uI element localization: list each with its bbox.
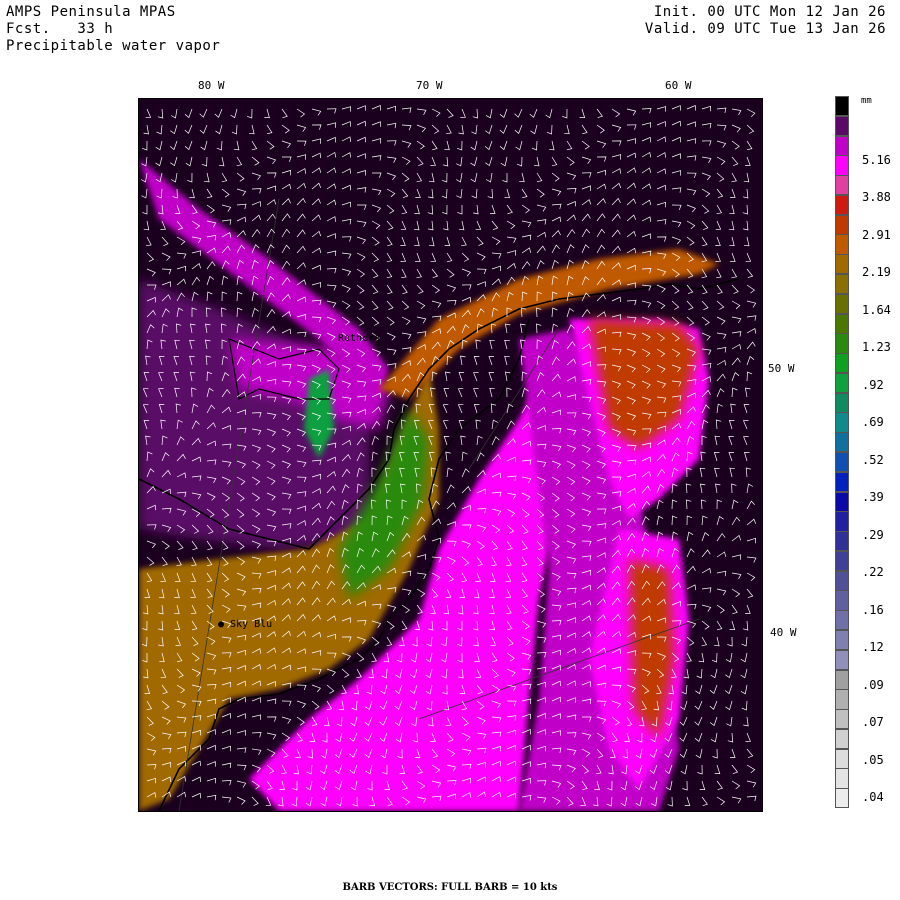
- legend-swatch: [835, 728, 849, 750]
- header-right: Init. 00 UTC Mon 12 Jan 26 Valid. 09 UTC …: [645, 4, 886, 38]
- legend-swatch: [835, 649, 849, 671]
- legend-swatch: [835, 155, 849, 176]
- legend-swatch: [835, 748, 849, 769]
- legend-tick-label: 1.64: [862, 302, 891, 317]
- legend-tick-label: .22: [862, 565, 884, 580]
- legend-swatch: [835, 194, 849, 216]
- legend-swatch: [835, 788, 849, 809]
- valid-time: Valid. 09 UTC Tue 13 Jan 26: [644, 21, 886, 37]
- legend-swatch: [835, 709, 849, 730]
- legend-tick-label: .05: [862, 752, 884, 767]
- lon-label-60w: 60 W: [665, 79, 692, 92]
- lat-label-50w: 50 W: [768, 362, 795, 375]
- legend-swatch: [835, 669, 849, 690]
- barb-footnote: BARB VECTORS: FULL BARB = 10 kts: [342, 882, 558, 893]
- legend-swatch: [835, 135, 849, 156]
- legend-swatch: [835, 392, 849, 413]
- legend-swatch: [835, 590, 849, 611]
- legend-tick-label: .16: [862, 602, 884, 617]
- station-sky-blu: ● Sky Blu: [218, 619, 273, 630]
- legend-swatch: [835, 570, 849, 591]
- legend-tick-label: .09: [862, 677, 884, 692]
- forecast-hour: Fcst. 33 h: [6, 21, 114, 37]
- legend-tick-label: 5.16: [862, 153, 891, 167]
- station-rothera-label: Rothera: [338, 333, 381, 344]
- legend-swatch: [835, 254, 849, 275]
- legend-swatch: [835, 412, 849, 433]
- legend-tick-label: .07: [862, 715, 884, 730]
- legend-swatch: [835, 610, 849, 631]
- legend-tick-label: .69: [862, 415, 884, 430]
- init-time: Init. 00 UTC Mon 12 Jan 26: [653, 4, 886, 20]
- legend-swatch: [835, 768, 849, 789]
- legend-swatch: [835, 630, 849, 651]
- legend-tick-label: 3.88: [862, 190, 891, 205]
- legend-swatch: [835, 96, 849, 117]
- legend-swatch: [835, 293, 849, 315]
- legend-unit: mm: [861, 96, 872, 106]
- legend-swatch: [835, 274, 849, 295]
- legend-swatch: [835, 531, 849, 552]
- legend-tick-label: .29: [862, 527, 884, 542]
- lon-label-70w: 70 W: [416, 79, 443, 92]
- legend-swatch: [835, 313, 849, 334]
- legend-tick-label: 1.23: [862, 340, 891, 355]
- station-sky-blu-label: Sky Blu: [230, 619, 273, 630]
- lon-label-80w: 80 W: [198, 79, 225, 92]
- header-left: AMPS Peninsula MPAS Fcst. 33 h Precipitabl…: [6, 4, 220, 55]
- legend-swatch: [835, 333, 849, 354]
- legend-swatch: [835, 471, 849, 493]
- map-panel: [138, 98, 763, 812]
- legend-swatch: [835, 175, 849, 196]
- legend-swatch: [835, 432, 849, 453]
- legend-swatch: [835, 234, 849, 255]
- field-name: Precipitable water vapor: [6, 38, 221, 54]
- map-svg: [139, 99, 762, 811]
- legend-swatch: [835, 115, 849, 137]
- legend-swatch: [835, 511, 849, 532]
- legend-swatch: [835, 550, 849, 572]
- legend-tick-label: .39: [862, 490, 884, 505]
- legend-tick-label: 2.91: [862, 227, 891, 242]
- legend-swatch: [835, 353, 849, 374]
- legend-tick-label: .52: [862, 452, 884, 467]
- legend-tick-label: .04: [862, 790, 884, 804]
- legend-swatch: [835, 491, 849, 512]
- legend-tick-label: .92: [862, 377, 884, 392]
- legend-tick-label: .12: [862, 640, 884, 655]
- station-rothera: Rothera: [338, 333, 380, 344]
- legend-swatch: [835, 372, 849, 394]
- model-title: AMPS Peninsula MPAS: [6, 4, 176, 20]
- lat-label-40w: 40 W: [770, 626, 797, 639]
- legend-swatch: [835, 452, 849, 473]
- legend-tick-label: 2.19: [862, 265, 891, 280]
- legend-swatch: [835, 689, 849, 710]
- legend-swatch: [835, 214, 849, 235]
